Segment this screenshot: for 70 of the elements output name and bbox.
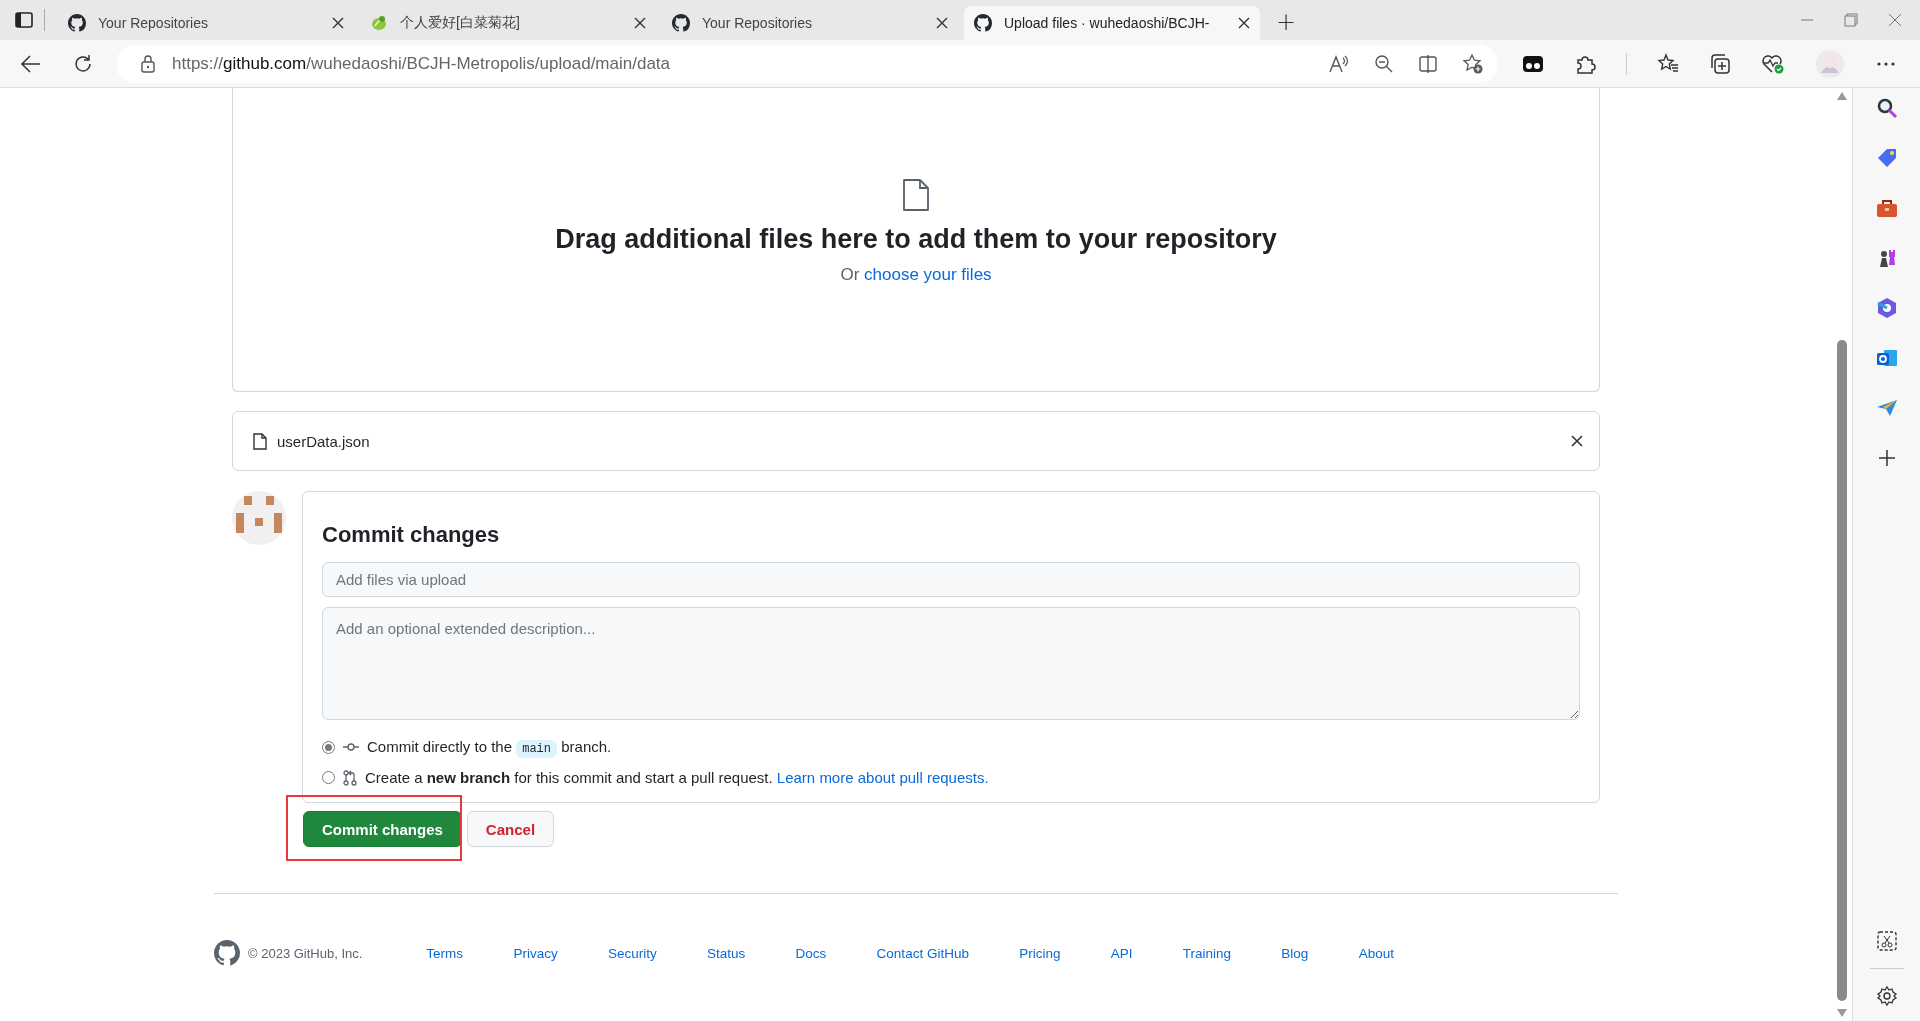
file-icon bbox=[902, 178, 930, 212]
identicon-avatar bbox=[232, 491, 286, 545]
footer-link[interactable]: Security bbox=[607, 945, 657, 961]
browser-tab[interactable]: Upload files · wuhedaoshi/BCJH- bbox=[964, 6, 1260, 40]
tab-actions-icon[interactable] bbox=[13, 10, 34, 30]
zoom-out-icon[interactable] bbox=[1374, 53, 1394, 74]
github-logo-icon bbox=[214, 940, 240, 966]
screenshot-icon[interactable] bbox=[1875, 930, 1898, 952]
github-logo-icon bbox=[672, 14, 690, 32]
cancel-button[interactable]: Cancel bbox=[466, 811, 555, 847]
close-icon[interactable] bbox=[1571, 435, 1583, 447]
browser-tab[interactable]: Your Repositories bbox=[58, 6, 354, 40]
footer-link[interactable]: Status bbox=[707, 945, 746, 961]
footer-link[interactable]: Blog bbox=[1281, 945, 1309, 961]
github-logo-icon bbox=[974, 14, 992, 32]
cabbage-icon bbox=[370, 14, 388, 32]
radio-button[interactable] bbox=[322, 740, 335, 754]
footer-link[interactable]: Privacy bbox=[513, 945, 558, 961]
commit-description-field[interactable]: Add an optional extended description... bbox=[322, 607, 1580, 720]
add-favorite-icon[interactable] bbox=[1462, 52, 1484, 75]
footer-link[interactable]: API bbox=[1110, 945, 1133, 961]
close-icon[interactable] bbox=[936, 17, 948, 29]
tab-title: Upload files · wuhedaoshi/BCJH- bbox=[1004, 15, 1211, 31]
scroll-down-icon[interactable] bbox=[1837, 1009, 1847, 1017]
footer-link[interactable]: About bbox=[1358, 945, 1394, 961]
footer-link[interactable]: Training bbox=[1182, 945, 1232, 961]
file-icon bbox=[253, 432, 267, 450]
scrollbar-thumb[interactable] bbox=[1837, 340, 1847, 1001]
commit-title: Commit changes bbox=[322, 522, 501, 548]
commit-button[interactable]: Commit changes bbox=[303, 811, 462, 847]
collections-icon[interactable] bbox=[1709, 52, 1731, 75]
option-label: Commit directly to the main branch. bbox=[367, 738, 612, 756]
footer-link[interactable]: Contact GitHub bbox=[876, 945, 969, 961]
new-tab-button[interactable]: + bbox=[1272, 8, 1301, 36]
footer-link[interactable]: Pricing bbox=[1019, 945, 1061, 961]
dropzone-heading: Drag additional files here to add them to your repository bbox=[555, 224, 1277, 255]
extension-icon[interactable] bbox=[1522, 53, 1544, 74]
url-text: https://github.com/wuhedaoshi/BCJH-Metropolis/upload/main/data bbox=[172, 53, 671, 74]
lock-icon bbox=[140, 54, 156, 73]
favorites-icon[interactable] bbox=[1657, 52, 1679, 75]
tab-title: Your Repositories bbox=[98, 15, 209, 31]
choose-files-link[interactable]: choose your files bbox=[864, 265, 992, 284]
address-bar[interactable]: https://github.com/wuhedaoshi/BCJH-Metropolis/upload/main/data bbox=[116, 44, 1498, 83]
settings-icon[interactable] bbox=[1875, 985, 1898, 1007]
commit-icon bbox=[343, 742, 359, 752]
choose-files-text: Or choose your files bbox=[840, 265, 992, 285]
back-arrow-icon[interactable] bbox=[20, 52, 42, 75]
scroll-up-icon[interactable] bbox=[1837, 92, 1847, 100]
browser-tab[interactable]: Your Repositories bbox=[662, 6, 958, 40]
option-label: Create a new branch for this commit and start a pull request. Learn more about pull requests. bbox=[365, 769, 989, 786]
footer-link[interactable]: Terms bbox=[426, 945, 464, 961]
copyright-text: © 2023 GitHub, Inc. bbox=[248, 945, 363, 961]
read-aloud-icon[interactable] bbox=[1328, 53, 1350, 74]
browser-tab[interactable]: 个人爱好[白菜菊花] bbox=[360, 6, 656, 40]
close-icon[interactable] bbox=[1238, 17, 1250, 29]
split-screen-icon[interactable] bbox=[1418, 53, 1438, 74]
file-dropzone[interactable]: Drag additional files here to add them to your repository Or choose your files bbox=[232, 88, 1600, 392]
tab-title: Your Repositories bbox=[702, 15, 813, 31]
commit-summary-field[interactable]: Add files via upload bbox=[322, 562, 1580, 597]
learn-more-link[interactable]: Learn more about pull requests. bbox=[776, 769, 989, 786]
tab-title: 个人爱好[白菜菊花] bbox=[400, 14, 521, 32]
refresh-icon[interactable] bbox=[72, 52, 94, 75]
github-logo-icon bbox=[68, 14, 86, 32]
close-icon[interactable] bbox=[332, 17, 344, 29]
footer-link[interactable]: Docs bbox=[795, 945, 827, 961]
heart-pulse-icon[interactable] bbox=[1761, 52, 1785, 75]
radio-button[interactable] bbox=[322, 771, 335, 784]
close-icon[interactable] bbox=[634, 17, 646, 29]
file-name: userData.json bbox=[277, 432, 371, 450]
pull-request-icon bbox=[343, 769, 357, 786]
